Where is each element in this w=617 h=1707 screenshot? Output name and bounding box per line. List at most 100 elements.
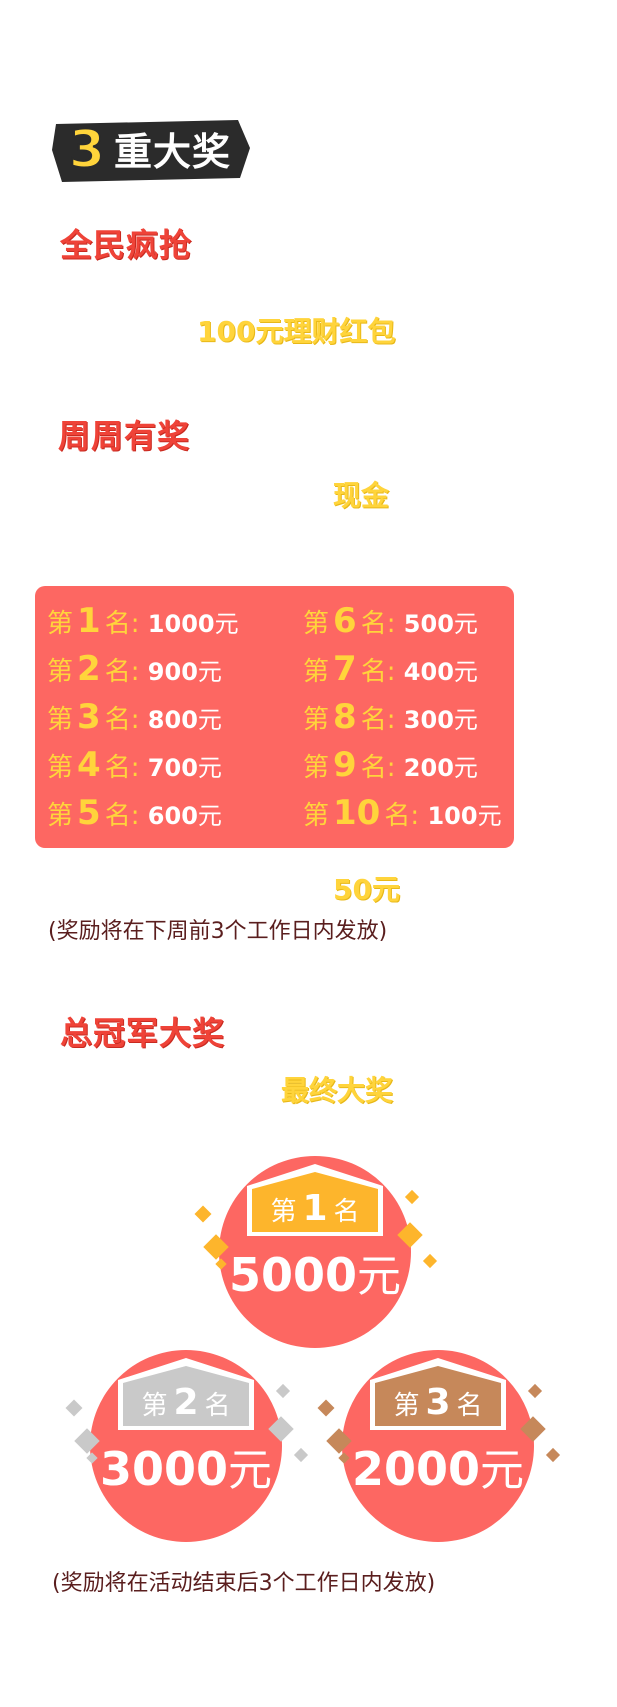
prize-rank-label: 第2名 (118, 1385, 254, 1423)
section3-note: (奖励将在活动结束后3个工作日内发放) (52, 1571, 436, 1596)
prize-prefix: 第 (141, 1391, 168, 1421)
rank-prefix: 第 (303, 657, 330, 687)
section3-reward: 最终大奖 (281, 1074, 394, 1107)
rank-amount: 800 (139, 706, 198, 734)
rank-unit: 元 (214, 610, 239, 638)
rank-number: 2 (77, 649, 101, 689)
rank-amount: 900 (139, 658, 198, 686)
rank-amount: 600 (139, 802, 198, 830)
rank-amount: 700 (139, 754, 198, 782)
rank-unit: 元 (453, 658, 478, 686)
rank-prefix: 第 (47, 801, 74, 831)
rank-suffix: 名: (104, 753, 140, 783)
decorative-diamond (527, 1383, 543, 1399)
prize-amount: 3000元 (90, 1442, 282, 1498)
prize-rank-label: 第3名 (370, 1385, 506, 1423)
prize-amount-value: 5000 (228, 1248, 358, 1302)
rank-number: 1 (77, 601, 101, 641)
rank-prefix: 第 (47, 753, 74, 783)
rank-unit: 元 (453, 610, 478, 638)
prize-envelope-1: 第1名 (247, 1164, 383, 1236)
section2-note: (奖励将在下周前3个工作日内发放) (48, 919, 388, 944)
rank-number: 4 (77, 745, 101, 785)
rank-row-7: 第 7 名: 400元 (303, 646, 478, 692)
prize-number: 2 (173, 1382, 199, 1423)
prize-circle-3: 第 3 名 2000元 (317, 1350, 561, 1542)
rank-prefix: 第 (47, 657, 74, 687)
rank-amount: 400 (395, 658, 454, 686)
prize-circle-1: 第 1 名 5000元 (194, 1156, 438, 1348)
rank-number: 3 (77, 697, 101, 737)
section3-title: 总冠军大奖 (60, 1014, 226, 1052)
prize-number: 1 (302, 1188, 328, 1229)
prize-prefix: 第 (393, 1391, 420, 1421)
rank-unit: 元 (197, 802, 222, 830)
badge-title: 重大奖 (114, 130, 232, 174)
prize-circle-2: 第 2 名 3000元 (65, 1350, 309, 1542)
prize-envelope-2: 第2名 (118, 1358, 254, 1430)
rank-number: 9 (333, 745, 357, 785)
rank-row-10: 第 10 名: 100元 (303, 790, 502, 836)
rank-row-3: 第 3 名: 800元 (47, 694, 222, 740)
rank-prefix: 第 (303, 801, 330, 831)
rank-unit: 元 (197, 706, 222, 734)
rank-suffix: 名: (104, 657, 140, 687)
rank-amount: 500 (395, 610, 454, 638)
prize-suffix: 名 (333, 1197, 360, 1227)
rank-prefix: 第 (47, 705, 74, 735)
rank-suffix: 名: (360, 705, 396, 735)
rank-prefix: 第 (303, 705, 330, 735)
rank-number: 8 (333, 697, 357, 737)
rank-amount: 300 (395, 706, 454, 734)
section2-reward: 现金 (333, 479, 390, 512)
badge-number: 3 (68, 120, 106, 180)
rank-prefix: 第 (303, 753, 330, 783)
rank-row-5: 第 5 名: 600元 (47, 790, 222, 836)
section1-reward: 100元理财红包 (197, 315, 396, 348)
prize-prefix: 第 (270, 1197, 297, 1227)
prize-number: 3 (425, 1382, 451, 1423)
prize-suffix: 名 (456, 1391, 483, 1421)
section2-title: 周周有奖 (58, 417, 191, 455)
weekly-ranks-table: 第 1 名: 1000元第 2 名: 900元第 3 名: 800元第 4 名: 700元第 5 名… (35, 586, 514, 848)
prize-amount-unit: 元 (357, 1251, 402, 1302)
rank-suffix: 名: (360, 753, 396, 783)
section1-title: 全民疯抢 (60, 226, 193, 264)
rank-row-9: 第 9 名: 200元 (303, 742, 478, 788)
prize-amount-value: 2000 (351, 1442, 481, 1496)
decorative-diamond (317, 1399, 335, 1417)
decorative-diamond (293, 1447, 309, 1463)
rank-row-4: 第 4 名: 700元 (47, 742, 222, 788)
rank-suffix: 名: (360, 657, 396, 687)
decorative-diamond (397, 1222, 423, 1248)
rank-prefix: 第 (47, 609, 74, 639)
rank-prefix: 第 (303, 609, 330, 639)
rank-number: 10 (333, 793, 381, 833)
rank-unit: 元 (453, 706, 478, 734)
decorative-diamond (545, 1447, 561, 1463)
prize-suffix: 名 (204, 1391, 231, 1421)
rank-amount: 1000 (139, 610, 215, 638)
rank-unit: 元 (477, 802, 502, 830)
header-badge: 3 重大奖 (52, 118, 254, 184)
rank-row-8: 第 8 名: 300元 (303, 694, 478, 740)
decorative-diamond (275, 1383, 291, 1399)
rank-suffix: 名: (104, 705, 140, 735)
rank-row-2: 第 2 名: 900元 (47, 646, 222, 692)
decorative-diamond (65, 1399, 83, 1417)
rank-suffix: 名: (104, 801, 140, 831)
rank-suffix: 名: (384, 801, 420, 831)
prize-envelope-3: 第3名 (370, 1358, 506, 1430)
decorative-diamond (520, 1416, 546, 1442)
decorative-diamond (268, 1416, 294, 1442)
rank-unit: 元 (197, 754, 222, 782)
prize-amount-unit: 元 (228, 1445, 273, 1496)
decorative-diamond (404, 1189, 420, 1205)
section2-extra-reward: 50元 (333, 873, 400, 906)
rank-unit: 元 (197, 658, 222, 686)
prize-amount-unit: 元 (480, 1445, 525, 1496)
prize-amount: 2000元 (342, 1442, 534, 1498)
prize-rank-label: 第1名 (247, 1191, 383, 1229)
rank-row-6: 第 6 名: 500元 (303, 598, 478, 644)
rank-number: 6 (333, 601, 357, 641)
